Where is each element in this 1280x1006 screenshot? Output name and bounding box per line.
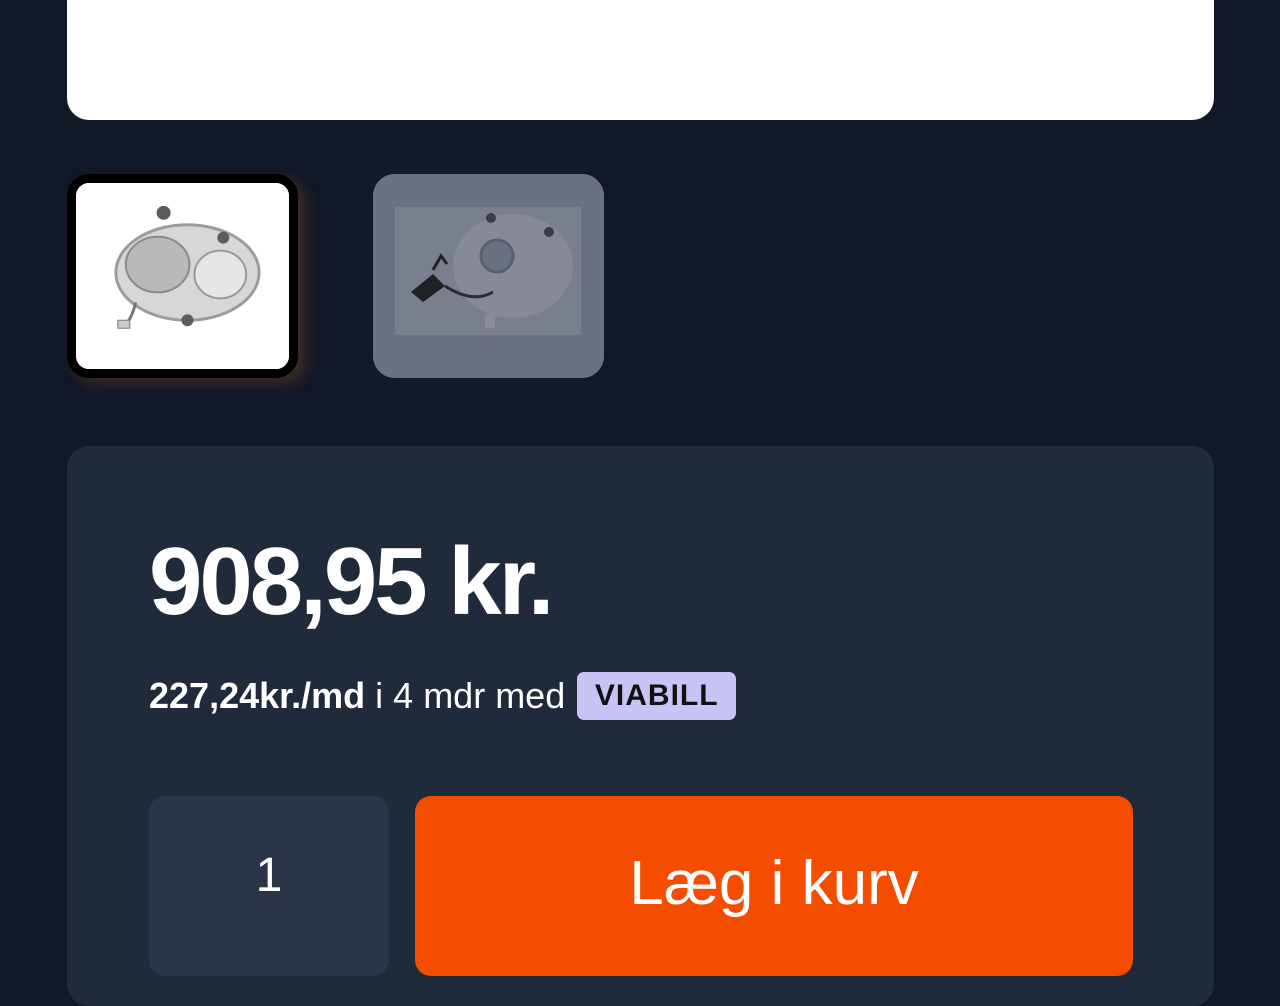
add-to-cart-button[interactable]: Læg i kurv <box>415 796 1133 976</box>
product-price: 908,95 kr. <box>149 528 554 635</box>
installment-amount: 227,24kr./md <box>149 675 366 716</box>
quantity-input[interactable]: 1 <box>149 796 389 976</box>
purchase-panel: 908,95 kr. 227,24kr./md i 4 mdr med VIAB… <box>67 446 1214 1006</box>
headlight-parts-image-icon <box>373 174 604 378</box>
headlight-image-icon <box>76 183 289 369</box>
main-product-image[interactable] <box>67 0 1214 120</box>
thumbnail-headlight-parts[interactable] <box>373 174 604 378</box>
installment-info: 227,24kr./md i 4 mdr med VIABILL <box>149 672 737 720</box>
viabill-logo[interactable]: VIABILL <box>577 672 737 720</box>
viabill-logo-text: VIABILL <box>594 679 719 712</box>
installment-text: i 4 mdr med <box>375 675 566 716</box>
thumbnail-headlight[interactable] <box>67 174 298 378</box>
quantity-value: 1 <box>255 849 283 902</box>
